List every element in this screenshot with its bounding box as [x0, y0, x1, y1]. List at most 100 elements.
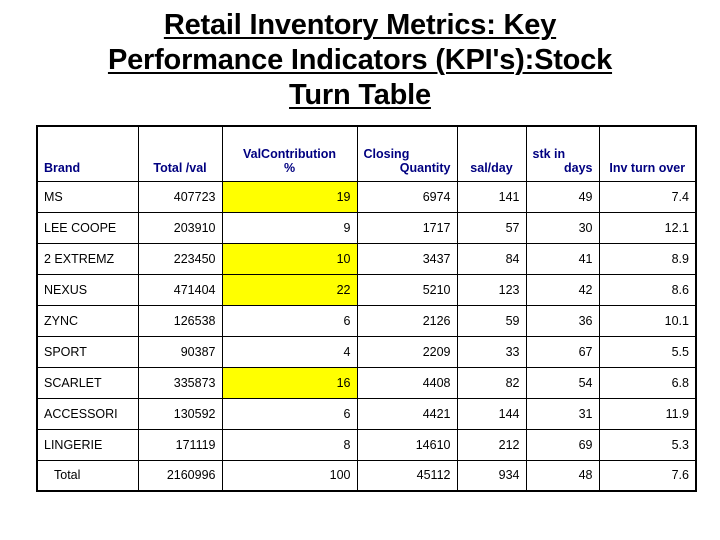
cell-sal-per-day: 123 — [456, 273, 527, 306]
cell-inv-turn-over: 8.6 — [598, 273, 697, 306]
cell-total-val: 130592 — [137, 397, 223, 430]
cell-brand: SCARLET — [36, 366, 139, 399]
cell-inv-turn-over: 6.8 — [598, 366, 697, 399]
page-title: Retail Inventory Metrics: Key Performanc… — [36, 8, 684, 113]
cell-closing-quantity: 5210 — [356, 273, 458, 306]
column-header-closing-line1: Closing — [363, 146, 410, 161]
cell-brand: LEE COOPE — [36, 211, 139, 244]
cell-inv-turn-over: 7.6 — [598, 459, 697, 492]
table-row: MS 407723 19 6974 141 49 7.4 — [36, 180, 697, 213]
title-line-1-text: Retail Inventory Metrics: Key — [163, 9, 557, 41]
cell-inv-turn-over: 5.5 — [598, 335, 697, 368]
cell-sal-per-day: 84 — [456, 242, 527, 275]
cell-closing-quantity: 3437 — [356, 242, 458, 275]
column-header-closing-quantity: Closing Quantity — [356, 125, 458, 182]
cell-closing-quantity: 2209 — [356, 335, 458, 368]
cell-stk-in-days: 67 — [525, 335, 600, 368]
cell-total-val: 171119 — [137, 428, 223, 461]
cell-total-val: 407723 — [137, 180, 223, 213]
cell-val-contribution: 10 — [221, 242, 358, 275]
table-row: 2 EXTREMZ 223450 10 3437 84 41 8.9 — [36, 242, 697, 275]
table-header: Brand Total /val ValContribution% Closin… — [36, 125, 697, 182]
cell-inv-turn-over: 7.4 — [598, 180, 697, 213]
cell-val-contribution: 100 — [221, 459, 358, 492]
cell-sal-per-day: 82 — [456, 366, 527, 399]
column-header-val-contribution: ValContribution% — [221, 125, 358, 182]
cell-brand: ACCESSORI — [36, 397, 139, 430]
cell-sal-per-day: 212 — [456, 428, 527, 461]
cell-closing-quantity: 14610 — [356, 428, 458, 461]
column-header-stk-in-days: stk in days — [525, 125, 600, 182]
cell-inv-turn-over: 11.9 — [598, 397, 697, 430]
cell-val-contribution: 4 — [221, 335, 358, 368]
cell-total-val: 90387 — [137, 335, 223, 368]
cell-closing-quantity: 6974 — [356, 180, 458, 213]
kpi-table-container: Brand Total /val ValContribution% Closin… — [36, 125, 697, 492]
table-row: LINGERIE 171119 8 14610 212 69 5.3 — [36, 428, 697, 461]
stock-turn-table: Brand Total /val ValContribution% Closin… — [36, 125, 697, 492]
column-header-val-contribution-line1: ValContribution — [242, 146, 337, 161]
cell-closing-quantity: 1717 — [356, 211, 458, 244]
cell-brand: MS — [36, 180, 139, 213]
column-header-total-val: Total /val — [137, 125, 223, 182]
cell-val-contribution: 16 — [221, 366, 358, 399]
cell-total-val: 223450 — [137, 242, 223, 275]
column-header-inv-turn-over: Inv turn over — [598, 125, 697, 182]
table-row: ZYNC 126538 6 2126 59 36 10.1 — [36, 304, 697, 337]
cell-sal-per-day: 934 — [456, 459, 527, 492]
table-row: NEXUS 471404 22 5210 123 42 8.6 — [36, 273, 697, 306]
table-row: LEE COOPE 203910 9 1717 57 30 12.1 — [36, 211, 697, 244]
cell-stk-in-days: 30 — [525, 211, 600, 244]
column-header-stk-line1: stk in — [532, 146, 566, 161]
column-header-brand: Brand — [36, 125, 139, 182]
cell-inv-turn-over: 5.3 — [598, 428, 697, 461]
cell-brand: SPORT — [36, 335, 139, 368]
cell-stk-in-days: 69 — [525, 428, 600, 461]
cell-inv-turn-over: 12.1 — [598, 211, 697, 244]
cell-stk-in-days: 41 — [525, 242, 600, 275]
cell-sal-per-day: 141 — [456, 180, 527, 213]
title-line-2-text: Performance Indicators (KPI's):Stock — [107, 44, 613, 76]
column-header-stk-line2: days — [564, 160, 593, 175]
cell-val-contribution: 6 — [221, 397, 358, 430]
cell-sal-per-day: 144 — [456, 397, 527, 430]
table-body: MS 407723 19 6974 141 49 7.4 LEE COOPE 203910 9 17… — [36, 180, 697, 492]
column-header-val-contribution-line2: % — [283, 160, 296, 175]
cell-brand: 2 EXTREMZ — [36, 242, 139, 275]
cell-total-val: 126538 — [137, 304, 223, 337]
table-row: Total 2160996 100 45112 934 48 7.6 — [36, 459, 697, 492]
cell-closing-quantity: 4421 — [356, 397, 458, 430]
cell-brand: ZYNC — [36, 304, 139, 337]
cell-brand: LINGERIE — [36, 428, 139, 461]
cell-val-contribution: 9 — [221, 211, 358, 244]
cell-total-val: 471404 — [137, 273, 223, 306]
cell-stk-in-days: 31 — [525, 397, 600, 430]
cell-stk-in-days: 48 — [525, 459, 600, 492]
cell-stk-in-days: 36 — [525, 304, 600, 337]
cell-sal-per-day: 57 — [456, 211, 527, 244]
cell-brand: NEXUS — [36, 273, 139, 306]
cell-stk-in-days: 54 — [525, 366, 600, 399]
cell-total-val: 335873 — [137, 366, 223, 399]
table-row: SCARLET 335873 16 4408 82 54 6.8 — [36, 366, 697, 399]
cell-val-contribution: 22 — [221, 273, 358, 306]
cell-sal-per-day: 33 — [456, 335, 527, 368]
cell-closing-quantity: 4408 — [356, 366, 458, 399]
column-header-closing-line2: Quantity — [399, 160, 451, 175]
cell-stk-in-days: 42 — [525, 273, 600, 306]
cell-inv-turn-over: 8.9 — [598, 242, 697, 275]
column-header-sal-per-day: sal/day — [456, 125, 527, 182]
slide-canvas: Retail Inventory Metrics: Key Performanc… — [0, 0, 720, 540]
cell-total-val: 2160996 — [137, 459, 223, 492]
table-header-row: Brand Total /val ValContribution% Closin… — [36, 125, 697, 182]
cell-brand: Total — [36, 459, 139, 492]
cell-val-contribution: 6 — [221, 304, 358, 337]
cell-closing-quantity: 2126 — [356, 304, 458, 337]
cell-closing-quantity: 45112 — [356, 459, 458, 492]
cell-val-contribution: 19 — [221, 180, 358, 213]
cell-stk-in-days: 49 — [525, 180, 600, 213]
table-row: ACCESSORI 130592 6 4421 144 31 11.9 — [36, 397, 697, 430]
title-line-3-text: Turn Table — [289, 79, 431, 111]
title-line-1: Retail Inventory Metrics: Key — [36, 8, 684, 43]
title-line-2: Performance Indicators (KPI's):Stock — [36, 43, 684, 78]
